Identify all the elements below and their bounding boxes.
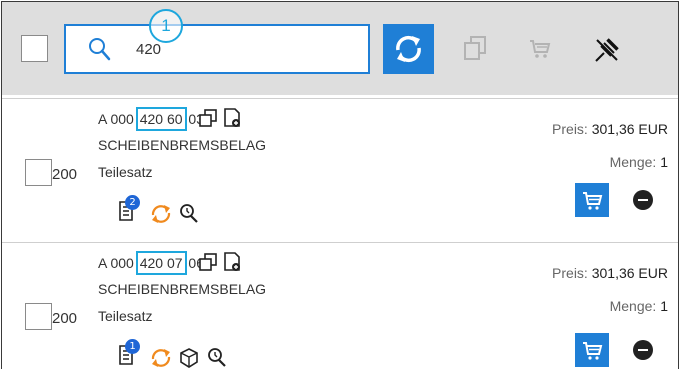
sync-icon (396, 35, 421, 63)
cart-icon (583, 342, 603, 360)
sync-icon[interactable] (150, 347, 172, 369)
search-box (64, 24, 370, 74)
price: Preis: 301,36 EUR (552, 265, 668, 281)
remove-button[interactable] (633, 340, 653, 360)
add-to-cart-button[interactable] (575, 183, 609, 217)
copy-icon[interactable] (199, 253, 217, 276)
position-number: 200 (52, 166, 78, 183)
unpin-icon[interactable] (591, 36, 621, 69)
document-list-icon[interactable]: 1 (118, 339, 140, 369)
sync-button[interactable] (383, 24, 434, 74)
toolbar: 1 (2, 2, 678, 95)
copy-icon[interactable] (199, 109, 217, 132)
document-add-icon[interactable] (223, 252, 241, 277)
package-icon[interactable] (179, 347, 199, 369)
part-description: SCHEIBENBREMSBELAG (98, 281, 267, 297)
document-add-icon[interactable] (223, 108, 241, 133)
quantity: Menge: 1 (609, 298, 668, 314)
quantity: Menge: 1 (609, 154, 668, 170)
select-all-checkbox[interactable] (21, 35, 48, 62)
item-checkbox[interactable] (25, 159, 52, 186)
list-item: A 000 420 07 06 SCHEIBENBREMSBELAG 200 T… (2, 242, 678, 369)
add-to-cart-button[interactable] (575, 333, 609, 367)
copy-icon[interactable] (463, 35, 487, 66)
document-list-icon[interactable]: 2 (118, 195, 140, 228)
sync-icon[interactable] (150, 203, 172, 230)
callout-marker: 1 (149, 9, 183, 43)
cart-icon[interactable] (529, 39, 551, 64)
list-item: A 000 420 60 03 SCHEIBENBREMSBELAG 200 T… (2, 98, 678, 239)
document-count-badge: 1 (125, 339, 140, 354)
part-description: SCHEIBENBREMSBELAG (98, 137, 267, 153)
zoom-icon[interactable] (179, 203, 199, 230)
item-checkbox[interactable] (25, 303, 52, 330)
part-number-highlight: 420 07 (135, 251, 187, 275)
zoom-icon[interactable] (207, 347, 227, 369)
item-type: Teilesatz (98, 308, 153, 324)
part-number: A 000 420 60 03 (98, 107, 204, 131)
search-icon[interactable] (88, 37, 112, 68)
document-count-badge: 2 (125, 195, 140, 210)
remove-button[interactable] (633, 190, 653, 210)
cart-icon (583, 192, 603, 210)
part-list-panel: 1 (1, 1, 679, 369)
part-number: A 000 420 07 06 (98, 251, 204, 275)
position-number: 200 (52, 310, 78, 327)
item-type: Teilesatz (98, 164, 153, 180)
part-number-highlight: 420 60 (135, 107, 187, 131)
price: Preis: 301,36 EUR (552, 121, 668, 137)
